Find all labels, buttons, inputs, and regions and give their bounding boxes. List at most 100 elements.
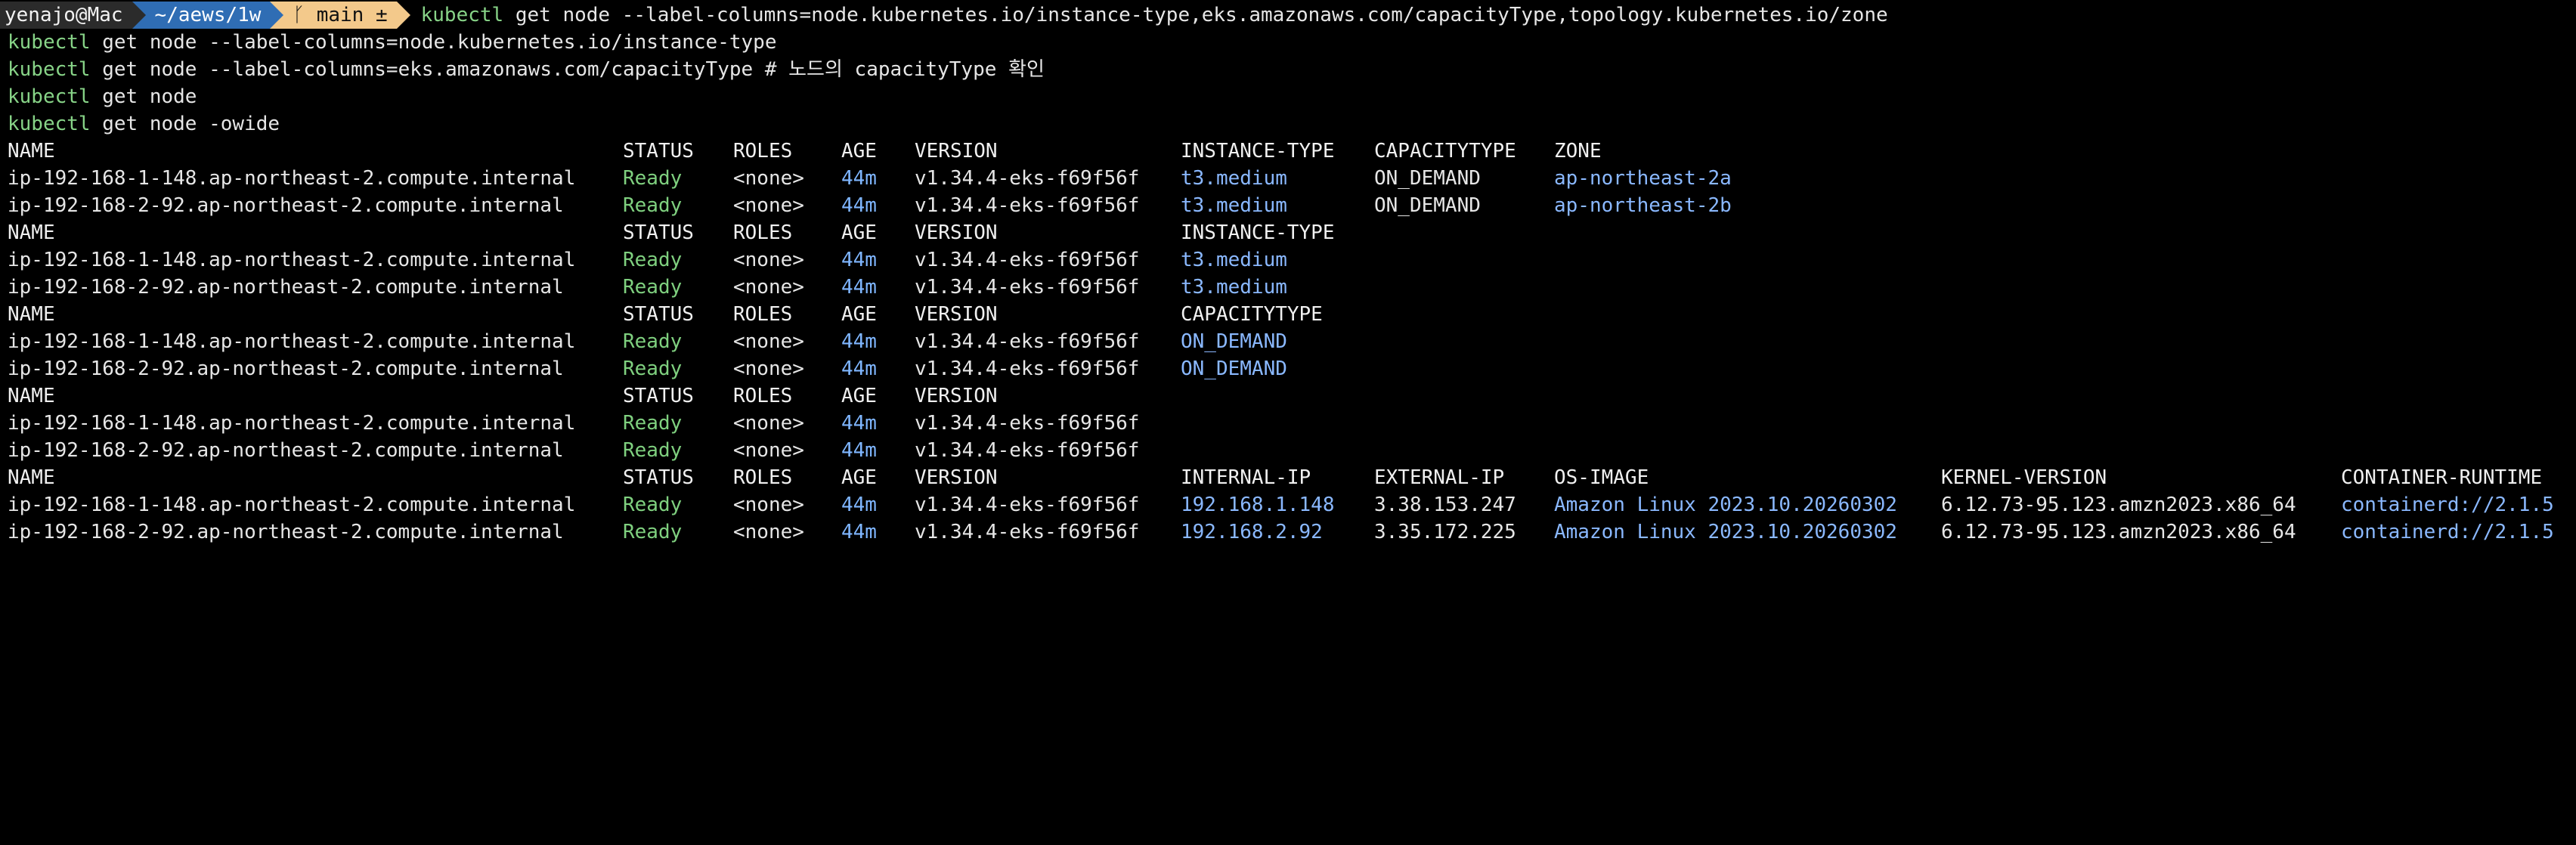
header-version: VERSION	[915, 303, 998, 326]
node-version: v1.34.4-eks-f69f56f	[915, 249, 1140, 271]
node-internal-ip: 192.168.1.148	[1181, 494, 1335, 516]
node-name: ip-192-168-1-148.ap-northeast-2.compute.…	[8, 249, 576, 271]
header-roles: ROLES	[733, 140, 793, 162]
header-status: STATUS	[623, 385, 694, 407]
node-status: Ready	[623, 521, 683, 543]
node-age: 44m	[841, 249, 877, 271]
command-line: kubectl get node -owide	[8, 110, 280, 138]
header-status: STATUS	[623, 140, 694, 162]
header-roles: ROLES	[733, 385, 793, 407]
header-status: STATUS	[623, 221, 694, 244]
shell-prompt-line: yenajo@Mac ~/aews/1w ᚴ main ± kubectl ge…	[0, 2, 1888, 29]
table-row: ip-192-168-2-92.ap-northeast-2.compute.i…	[8, 192, 1732, 219]
node-version: v1.34.4-eks-f69f56f	[915, 521, 1140, 543]
command-keyword: kubectl	[8, 58, 91, 81]
header-roles: ROLES	[733, 221, 793, 244]
command-comment: # 노드의 capacityType 확인	[764, 58, 1045, 81]
node-age: 44m	[841, 494, 877, 516]
node-age: 44m	[841, 521, 877, 543]
command-keyword: kubectl	[8, 85, 91, 108]
node-age: 44m	[841, 358, 877, 380]
header-version: VERSION	[915, 385, 998, 407]
command-args: get node --label-columns=eks.amazonaws.c…	[90, 58, 765, 81]
header-roles: ROLES	[733, 303, 793, 326]
powerline-separator-icon	[396, 2, 410, 29]
header-name: NAME	[8, 303, 55, 326]
node-roles: <none>	[733, 494, 804, 516]
node-name: ip-192-168-2-92.ap-northeast-2.compute.i…	[8, 194, 564, 217]
header-name: NAME	[8, 385, 55, 407]
table-header-row: NAME STATUS ROLES AGE VERSION INTERNAL-I…	[8, 464, 2542, 491]
header-age: AGE	[841, 385, 877, 407]
command-text: kubectl get node --label-columns=node.ku…	[410, 2, 1888, 29]
header-age: AGE	[841, 221, 877, 244]
node-name: ip-192-168-1-148.ap-northeast-2.compute.…	[8, 330, 576, 353]
node-os-image: Amazon Linux 2023.10.20260302	[1554, 521, 1897, 543]
node-roles: <none>	[733, 276, 804, 299]
node-roles: <none>	[733, 412, 804, 435]
header-name: NAME	[8, 140, 55, 162]
node-roles: <none>	[733, 167, 804, 190]
node-internal-ip: 192.168.2.92	[1181, 521, 1323, 543]
node-version: v1.34.4-eks-f69f56f	[915, 194, 1140, 217]
command-args: get node	[90, 85, 197, 108]
header-os-image: OS-IMAGE	[1554, 466, 1649, 489]
header-capacitytype: CAPACITYTYPE	[1181, 303, 1323, 326]
node-status: Ready	[623, 330, 683, 353]
table-header-row: NAME STATUS ROLES AGE VERSION INSTANCE-T…	[8, 219, 1335, 246]
command-keyword: kubectl	[8, 31, 91, 54]
header-age: AGE	[841, 140, 877, 162]
node-external-ip: 3.38.153.247	[1374, 494, 1516, 516]
table-row: ip-192-168-2-92.ap-northeast-2.compute.i…	[8, 274, 1287, 301]
header-version: VERSION	[915, 221, 998, 244]
node-version: v1.34.4-eks-f69f56f	[915, 167, 1140, 190]
table-header-row: NAME STATUS ROLES AGE VERSION	[8, 382, 998, 410]
header-container-runtime: CONTAINER-RUNTIME	[2341, 466, 2543, 489]
table-row: ip-192-168-1-148.ap-northeast-2.compute.…	[8, 491, 2554, 518]
table-row: ip-192-168-1-148.ap-northeast-2.compute.…	[8, 165, 1732, 192]
node-instance-type: t3.medium	[1181, 194, 1287, 217]
node-version: v1.34.4-eks-f69f56f	[915, 276, 1140, 299]
node-status: Ready	[623, 439, 683, 462]
prompt-directory: ~/aews/1w	[145, 2, 271, 29]
powerline-separator-icon	[132, 2, 146, 29]
command-keyword: kubectl	[8, 113, 91, 135]
node-container-runtime: containerd://2.1.5	[2341, 521, 2554, 543]
table-header-row: NAME STATUS ROLES AGE VERSION CAPACITYTY…	[8, 301, 1323, 328]
powerline-separator-icon	[270, 2, 284, 29]
node-version: v1.34.4-eks-f69f56f	[915, 439, 1140, 462]
header-kernel-version: KERNEL-VERSION	[1941, 466, 2107, 489]
node-capacitytype: ON_DEMAND	[1374, 194, 1481, 217]
node-capacitytype: ON_DEMAND	[1181, 358, 1287, 380]
node-container-runtime: containerd://2.1.5	[2341, 494, 2554, 516]
table-row: ip-192-168-2-92.ap-northeast-2.compute.i…	[8, 355, 1287, 382]
node-age: 44m	[841, 276, 877, 299]
node-capacitytype: ON_DEMAND	[1181, 330, 1287, 353]
node-status: Ready	[623, 167, 683, 190]
node-kernel-version: 6.12.73-95.123.amzn2023.x86_64	[1941, 494, 2296, 516]
node-roles: <none>	[733, 521, 804, 543]
header-name: NAME	[8, 221, 55, 244]
terminal-window[interactable]: yenajo@Mac ~/aews/1w ᚴ main ± kubectl ge…	[0, 0, 2576, 549]
node-roles: <none>	[733, 330, 804, 353]
node-name: ip-192-168-2-92.ap-northeast-2.compute.i…	[8, 276, 564, 299]
table-row: ip-192-168-1-148.ap-northeast-2.compute.…	[8, 246, 1287, 274]
node-version: v1.34.4-eks-f69f56f	[915, 358, 1140, 380]
node-instance-type: t3.medium	[1181, 249, 1287, 271]
node-external-ip: 3.35.172.225	[1374, 521, 1516, 543]
prompt-user-host: yenajo@Mac	[0, 2, 132, 29]
node-version: v1.34.4-eks-f69f56f	[915, 330, 1140, 353]
node-age: 44m	[841, 330, 877, 353]
header-age: AGE	[841, 466, 877, 489]
command-line: kubectl get node	[8, 83, 197, 110]
node-instance-type: t3.medium	[1181, 167, 1287, 190]
node-status: Ready	[623, 494, 683, 516]
node-age: 44m	[841, 194, 877, 217]
header-instance-type: INSTANCE-TYPE	[1181, 221, 1335, 244]
table-row: ip-192-168-1-148.ap-northeast-2.compute.…	[8, 410, 1139, 437]
header-status: STATUS	[623, 303, 694, 326]
command-args: get node -owide	[90, 113, 280, 135]
node-status: Ready	[623, 249, 683, 271]
command-line: kubectl get node --label-columns=eks.ama…	[8, 56, 1045, 83]
node-roles: <none>	[733, 358, 804, 380]
